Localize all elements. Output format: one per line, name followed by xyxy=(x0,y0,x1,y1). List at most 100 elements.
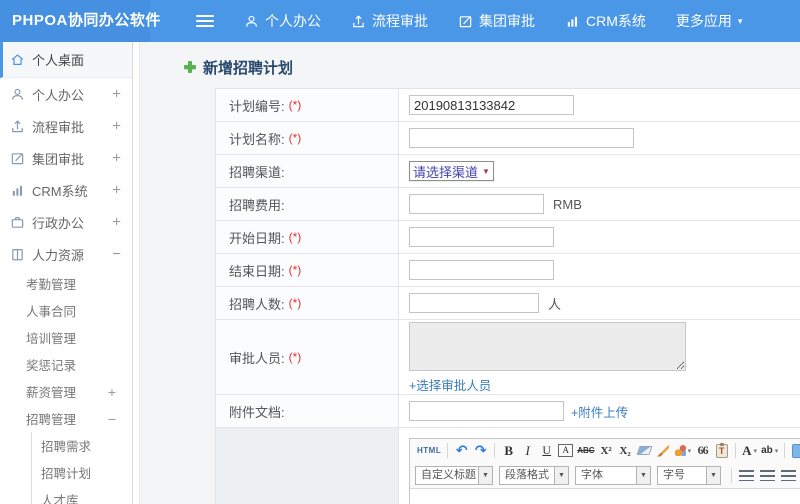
sidebar-item-reward-punish[interactable]: 奖惩记录 xyxy=(0,351,132,378)
channel-select[interactable]: 请选择渠道 ▼ xyxy=(409,161,494,181)
align-center-button[interactable] xyxy=(760,469,775,481)
fee-input[interactable] xyxy=(409,194,544,214)
form-row-channel: 招聘渠道: 请选择渠道 ▼ xyxy=(216,155,800,188)
rich-text-editor: HTML ↶ ↷ B I U A ABC X² X₂ ▾ 66 T A ▾ ab… xyxy=(409,438,800,504)
editor-toolbar: HTML ↶ ↷ B I U A ABC X² X₂ ▾ 66 T A ▾ ab… xyxy=(410,439,800,489)
auto-typeset-button[interactable]: ▾ xyxy=(674,445,692,456)
sidebar-item-admin-office[interactable]: 行政办公 + xyxy=(0,206,132,238)
emotion-button[interactable] xyxy=(791,443,800,458)
app-logo: PHPOA协同办公软件 xyxy=(0,0,160,42)
field-label: 附件文档: xyxy=(216,395,399,427)
sidebar-item-label: 个人办公 xyxy=(32,87,85,103)
sidebar-item-label: 个人桌面 xyxy=(32,53,85,68)
sidebar-sub-label: 招聘计划 xyxy=(41,467,92,481)
font-family-combo[interactable]: 字体 ▼ xyxy=(575,465,651,485)
eraser-button[interactable] xyxy=(636,446,653,455)
nav-item-crm-system[interactable]: CRM系统 xyxy=(565,11,646,31)
font-size-combo[interactable]: 字号 ▼ xyxy=(657,465,721,485)
align-left-button[interactable] xyxy=(739,469,754,481)
hamburger-icon[interactable] xyxy=(196,12,214,30)
font-color-button[interactable]: A ▾ xyxy=(742,443,757,459)
combo-caret-icon: ▼ xyxy=(637,465,651,485)
start-date-input[interactable] xyxy=(409,227,554,247)
sidebar-divider xyxy=(133,42,140,504)
superscript-button[interactable]: X² xyxy=(599,445,614,457)
sidebar-item-attendance-mgmt[interactable]: 考勤管理 xyxy=(0,270,132,297)
sidebar-item-talent-pool[interactable]: 人才库 xyxy=(32,486,132,504)
html-source-button[interactable]: HTML xyxy=(417,446,441,455)
attachment-input[interactable] xyxy=(409,401,564,421)
form-row-approver: 审批人员: (*) +选择审批人员 xyxy=(216,320,800,395)
nav-item-personal-office[interactable]: 个人办公 xyxy=(244,11,321,31)
align-right-button[interactable] xyxy=(781,469,796,481)
expand-plus-icon[interactable]: + xyxy=(112,214,121,231)
undo-button[interactable]: ↶ xyxy=(454,442,469,459)
sidebar-item-crm-system[interactable]: CRM系统 + xyxy=(0,174,132,206)
plan-name-input[interactable] xyxy=(409,128,634,148)
approver-textarea[interactable] xyxy=(409,322,686,371)
form-row-content-editor: HTML ↶ ↷ B I U A ABC X² X₂ ▾ 66 T A ▾ ab… xyxy=(216,428,800,504)
nav-item-group-approval[interactable]: 集团审批 xyxy=(458,11,535,31)
expand-plus-icon[interactable]: + xyxy=(112,86,121,103)
paste-text-button[interactable]: T xyxy=(714,442,729,458)
combo-caret-icon: ▼ xyxy=(479,465,493,485)
required-marker: (*) xyxy=(288,350,302,364)
broom-icon xyxy=(657,444,670,457)
field-label: 计划编号: (*) xyxy=(216,89,399,121)
expand-plus-icon[interactable]: + xyxy=(112,118,121,135)
nav-item-more-apps[interactable]: 更多应用 ▾ xyxy=(676,11,743,31)
caret-down-icon: ▾ xyxy=(687,447,692,455)
sidebar-item-recruit-plan[interactable]: 招聘计划 xyxy=(32,459,132,486)
expand-plus-icon[interactable]: + xyxy=(112,150,121,167)
select-caret-icon: ▼ xyxy=(482,166,490,176)
sidebar-item-workflow-approval[interactable]: 流程审批 + xyxy=(0,110,132,142)
required-marker: (*) xyxy=(288,263,302,277)
sidebar-item-hr-contract[interactable]: 人事合同 xyxy=(0,297,132,324)
sidebar-sub-label: 人才库 xyxy=(41,494,79,504)
sidebar-item-recruit-mgmt[interactable]: 招聘管理 − xyxy=(0,405,132,432)
bold-button[interactable]: B xyxy=(501,443,516,459)
sidebar-item-salary-mgmt[interactable]: 薪资管理 + xyxy=(0,378,132,405)
collapse-minus-icon[interactable]: − xyxy=(112,246,121,263)
background-color-button[interactable]: ab ▾ xyxy=(761,445,778,456)
italic-button[interactable]: I xyxy=(520,443,535,459)
combo-caret-icon: ▼ xyxy=(707,465,721,485)
clipboard-icon: T xyxy=(715,442,728,458)
expand-plus-icon[interactable]: + xyxy=(112,182,121,199)
attachment-upload-link[interactable]: +附件上传 xyxy=(571,402,628,421)
required-marker: (*) xyxy=(288,131,302,145)
font-style-button[interactable]: A xyxy=(558,444,574,457)
editor-content-area[interactable] xyxy=(410,489,800,504)
form-row-end-date: 结束日期: (*) xyxy=(216,254,800,287)
underline-button[interactable]: U xyxy=(539,443,554,458)
expand-plus-icon[interactable]: + xyxy=(108,384,116,400)
end-date-input[interactable] xyxy=(409,260,554,280)
eraser-icon xyxy=(636,446,653,455)
sidebar-item-personal-office[interactable]: 个人办公 + xyxy=(0,78,132,110)
sidebar-sub-label: 招聘管理 xyxy=(26,413,77,427)
redo-button[interactable]: ↷ xyxy=(473,442,488,459)
strikethrough-button[interactable]: ABC xyxy=(577,446,594,455)
sidebar-item-label: 人力资源 xyxy=(32,247,85,263)
subscript-button[interactable]: X₂ xyxy=(618,445,633,457)
format-painter-button[interactable] xyxy=(656,444,671,457)
nav-item-workflow-approval[interactable]: 流程审批 xyxy=(351,11,428,31)
sidebar: 个人桌面 个人办公 + 流程审批 + 集团审批 + CRM系统 + 行政办公 + xyxy=(0,42,133,504)
sidebar-item-recruit-demand[interactable]: 招聘需求 xyxy=(32,432,132,459)
sidebar-item-group-approval[interactable]: 集团审批 + xyxy=(0,142,132,174)
sidebar-item-desktop[interactable]: 个人桌面 xyxy=(0,42,132,78)
choose-approver-link[interactable]: +选择审批人员 xyxy=(409,375,491,394)
headcount-input[interactable] xyxy=(409,293,539,313)
field-label: 计划名称: (*) xyxy=(216,122,399,154)
plan-number-input[interactable] xyxy=(409,95,574,115)
custom-heading-combo[interactable]: 自定义标题 ▼ xyxy=(415,465,493,485)
home-icon xyxy=(11,54,24,65)
form-row-start-date: 开始日期: (*) xyxy=(216,221,800,254)
blockquote-button[interactable]: 66 xyxy=(695,443,710,458)
collapse-minus-icon[interactable]: − xyxy=(108,411,116,427)
paragraph-format-combo[interactable]: 段落格式 ▼ xyxy=(499,465,569,485)
sidebar-item-human-resources[interactable]: 人力资源 − xyxy=(0,238,132,270)
field-label: 开始日期: (*) xyxy=(216,221,399,253)
sidebar-item-training-mgmt[interactable]: 培训管理 xyxy=(0,324,132,351)
sparkle-icon xyxy=(674,445,686,456)
